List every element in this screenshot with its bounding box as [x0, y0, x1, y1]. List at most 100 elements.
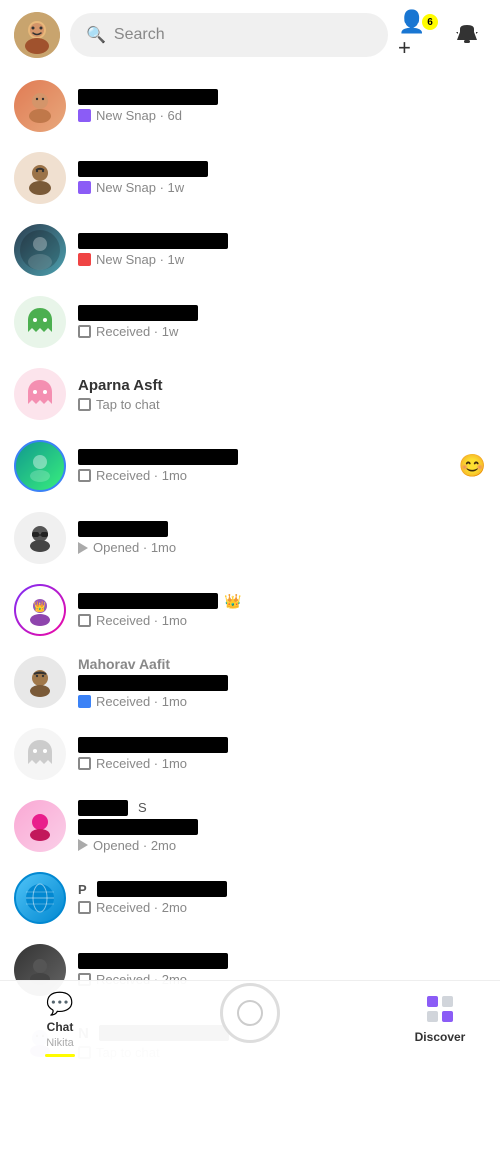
status-text: Tap to chat — [96, 397, 160, 412]
chat-avatar — [14, 872, 66, 924]
chat-item[interactable]: Mahorav Aafit Received · 1mo — [0, 646, 500, 718]
chat-name-row — [78, 233, 486, 249]
friend-emoji: 😊 — [459, 453, 486, 479]
chat-info: New Snap · 1w — [78, 233, 486, 267]
chat-info: New Snap · 1w — [78, 161, 486, 195]
search-icon: 🔍 — [86, 25, 106, 45]
snap-icon — [78, 181, 91, 194]
notification-button[interactable] — [448, 16, 486, 54]
snap-icon — [78, 757, 91, 770]
chat-status-row: New Snap · 6d — [78, 108, 486, 123]
chat-avatar — [14, 440, 66, 492]
chat-name-redacted — [78, 161, 208, 177]
chat-avatar — [14, 152, 66, 204]
chat-item[interactable]: Received · 1w — [0, 286, 500, 358]
add-friend-button[interactable]: 👤+ 6 — [398, 16, 436, 54]
discover-nav-item[interactable]: Discover — [410, 991, 470, 1044]
chat-item[interactable]: Aparna Asft Tap to chat — [0, 358, 500, 430]
chat-info: Opened · 1mo — [78, 521, 486, 555]
chat-name-row: S — [78, 800, 486, 816]
chat-name-redacted — [97, 881, 227, 897]
chat-name-row — [78, 953, 486, 969]
chat-status-row: New Snap · 1w — [78, 252, 486, 267]
chat-name-redacted — [78, 521, 168, 537]
chat-name-row — [78, 89, 486, 105]
chat-name-redacted — [78, 449, 238, 465]
chat-status-row: Received · 1w — [78, 324, 486, 339]
chat-avatar: 👑 — [14, 584, 66, 636]
chat-name-row — [78, 305, 486, 321]
chat-item[interactable]: New Snap · 1w — [0, 142, 500, 214]
opened-icon — [78, 542, 88, 554]
chat-underline — [45, 1054, 75, 1057]
chat-nav-label: Chat — [47, 1020, 74, 1034]
chat-avatar — [14, 656, 66, 708]
chat-status-row: New Snap · 1w — [78, 180, 486, 195]
chat-item[interactable]: Received · 1mo 😊 — [0, 430, 500, 502]
status-text: Opened · 2mo — [93, 838, 176, 853]
chat-name-redacted — [78, 89, 218, 105]
chat-item[interactable]: New Snap · 1w — [0, 214, 500, 286]
chat-info: New Snap · 6d — [78, 89, 486, 123]
snap-icon — [78, 901, 91, 914]
chat-avatar — [14, 296, 66, 348]
chat-item[interactable]: P Received · 2mo — [0, 862, 500, 934]
chat-info: Mahorav Aafit Received · 1mo — [78, 656, 486, 709]
chat-list: New Snap · 6d New Snap · 1w — [0, 70, 500, 1078]
chat-name-row — [78, 449, 459, 465]
chat-item[interactable]: 👑 👑 Received · 1mo — [0, 574, 500, 646]
chat-info: Received · 1w — [78, 305, 486, 339]
chat-name-text: Aparna Asft — [78, 377, 162, 394]
chat-status-row: Received · 1mo — [78, 694, 486, 709]
user-avatar[interactable] — [14, 12, 60, 58]
chat-info: 👑 Received · 1mo — [78, 593, 486, 628]
chat-avatar — [14, 80, 66, 132]
chat-avatar — [14, 800, 66, 852]
chat-avatar — [14, 512, 66, 564]
chat-name-row: P — [78, 881, 486, 897]
chat-item[interactable]: New Snap · 6d — [0, 70, 500, 142]
chat-name-row2 — [78, 675, 486, 691]
chat-name-redacted — [78, 675, 228, 691]
chat-status-row: Received · 1mo — [78, 756, 486, 771]
chat-name-redacted — [78, 953, 228, 969]
chat-status-row: Opened · 2mo — [78, 838, 486, 853]
snap-icon — [78, 614, 91, 627]
opened-icon — [78, 839, 88, 851]
chat-avatar — [14, 728, 66, 780]
snap-icon — [78, 398, 91, 411]
status-text: Received · 1mo — [96, 468, 187, 483]
chat-nav-item[interactable]: 💬 Chat Nikita — [30, 991, 90, 1057]
chat-item[interactable]: Received · 1mo — [0, 718, 500, 790]
chat-name-row2 — [78, 819, 486, 835]
snap-icon — [78, 469, 91, 482]
snap-icon — [78, 253, 91, 266]
header: 🔍 Search 👤+ 6 — [0, 0, 500, 70]
search-bar[interactable]: 🔍 Search — [70, 13, 388, 57]
chat-status-row: Received · 1mo — [78, 468, 459, 483]
camera-icon — [235, 998, 265, 1028]
camera-button[interactable] — [220, 983, 280, 1043]
chat-status-row: Tap to chat — [78, 397, 486, 412]
chat-info: S Opened · 2mo — [78, 800, 486, 853]
notification-icon — [454, 22, 480, 48]
header-actions: 👤+ 6 — [398, 16, 486, 54]
status-text: Opened · 1mo — [93, 540, 176, 555]
bottom-nav: 💬 Chat Nikita Discover — [0, 980, 500, 1070]
chat-name-row: 👑 — [78, 593, 486, 610]
chat-name-row: Mahorav Aafit — [78, 656, 486, 672]
status-text: Received · 2mo — [96, 900, 187, 915]
chat-name-row: Aparna Asft — [78, 377, 486, 394]
chat-item[interactable]: S Opened · 2mo — [0, 790, 500, 862]
status-text: Received · 1w — [96, 324, 178, 339]
snap-icon — [78, 109, 91, 122]
chat-info: Aparna Asft Tap to chat — [78, 377, 486, 412]
chat-item[interactable]: Opened · 1mo — [0, 502, 500, 574]
status-text: Received · 1mo — [96, 613, 187, 628]
snap-icon — [78, 325, 91, 338]
status-text: New Snap · 6d — [96, 108, 182, 123]
chat-name-redacted — [78, 305, 198, 321]
chat-nav-icon: 💬 — [46, 991, 73, 1017]
chat-avatar — [14, 368, 66, 420]
chat-name-text: Mahorav Aafit — [78, 656, 170, 672]
